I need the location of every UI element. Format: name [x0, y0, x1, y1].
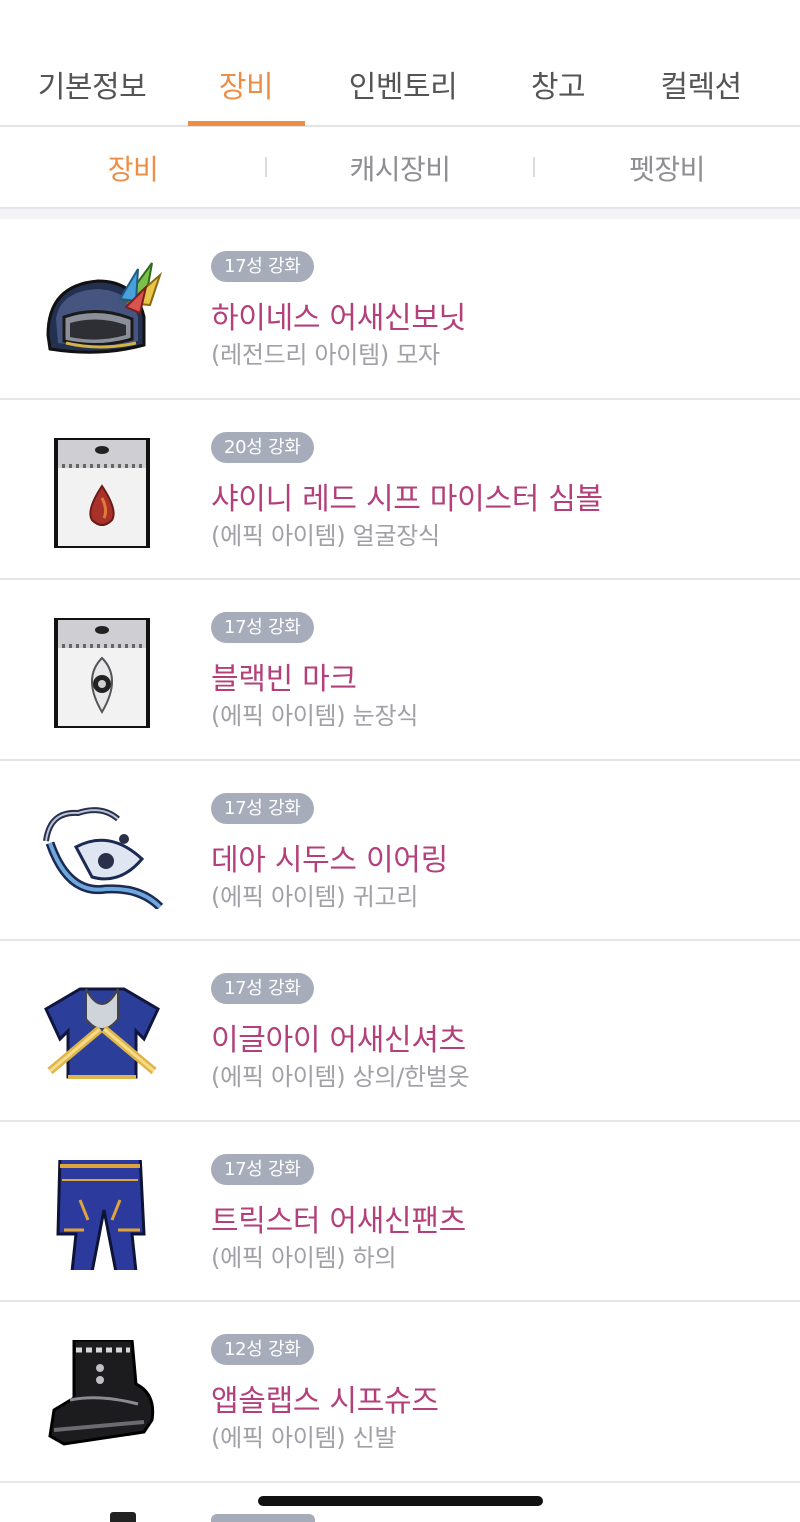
star-force-badge: 17성 강화	[211, 612, 314, 643]
item-name: 트릭스터 어새신팬츠	[211, 1203, 466, 1239]
subtab-divider	[533, 157, 535, 177]
equipment-item[interactable]: 17성 강화 데아 시두스 이어링 (에픽 아이템) 귀고리	[0, 760, 800, 941]
next-item-badge-peek	[211, 1514, 315, 1522]
pants-icon	[40, 1159, 165, 1270]
item-description: (에픽 아이템) 신발	[211, 1424, 397, 1452]
eye-mark-icon	[40, 618, 165, 728]
star-force-badge: 17성 강화	[211, 792, 314, 824]
subtab-pet-equipment[interactable]: 펫장비	[629, 148, 705, 188]
active-tab-indicator	[188, 121, 305, 126]
star-force-badge: 20성 강화	[211, 431, 314, 463]
subtab-divider	[265, 157, 267, 177]
star-force-badge: 17성 강화	[211, 1153, 314, 1185]
item-name: 하이네스 어새신보닛	[211, 301, 466, 336]
item-name: 데아 시두스 이어링	[211, 842, 448, 878]
equipment-list: 17성 강화 하이네스 어새신보닛 (레전드리 아이템) 모자 20성 강화 샤…	[0, 219, 800, 1483]
tab-storage[interactable]: 창고	[531, 62, 586, 106]
item-description: (에픽 아이템) 눈장식	[211, 702, 419, 730]
equipment-item[interactable]: 17성 강화 하이네스 어새신보닛 (레전드리 아이템) 모자	[0, 219, 800, 400]
item-description: (에픽 아이템) 얼굴장식	[211, 521, 440, 550]
item-name: 샤이니 레드 시프 마이스터 심볼	[211, 481, 603, 517]
tab-basic-info[interactable]: 기본정보	[38, 62, 147, 106]
item-description: (레전드리 아이템) 모자	[211, 341, 440, 369]
item-name: 블랙빈 마크	[211, 662, 357, 697]
subtab-equipment[interactable]: 장비	[108, 148, 159, 188]
star-force-badge: 17성 강화	[211, 251, 314, 282]
star-force-badge: 17성 강화	[211, 973, 314, 1004]
item-description: (에픽 아이템) 상의/한벌옷	[211, 1063, 470, 1091]
star-force-badge: 12성 강화	[211, 1334, 314, 1365]
tab-equipment[interactable]: 장비	[219, 62, 274, 106]
home-indicator[interactable]	[258, 1496, 543, 1506]
equipment-item[interactable]: 20성 강화 샤이니 레드 시프 마이스터 심볼 (에픽 아이템) 얼굴장식	[0, 399, 800, 580]
item-description: (에픽 아이템) 귀고리	[211, 882, 419, 911]
equipment-item[interactable]: 17성 강화 트릭스터 어새신팬츠 (에픽 아이템) 하의	[0, 1121, 800, 1302]
shoes-icon	[40, 1340, 165, 1450]
item-description: (에픽 아이템) 하의	[211, 1243, 397, 1272]
earring-icon	[40, 799, 165, 909]
item-name: 이글아이 어새신셔츠	[211, 1023, 466, 1058]
shirt-icon	[40, 979, 165, 1089]
next-item-icon-peek	[110, 1512, 136, 1522]
tab-inventory[interactable]: 인벤토리	[349, 62, 458, 106]
face-symbol-icon	[40, 437, 165, 548]
tab-collection[interactable]: 컬렉션	[660, 62, 742, 106]
section-separator	[0, 209, 800, 219]
sub-tab-bar: 장비 캐시장비 펫장비	[0, 127, 800, 209]
equipment-item[interactable]: 17성 강화 블랙빈 마크 (에픽 아이템) 눈장식	[0, 580, 800, 761]
top-tab-bar: 기본정보 장비 인벤토리 창고 컬렉션	[0, 0, 800, 127]
equipment-item[interactable]: 12성 강화 앱솔랩스 시프슈즈 (에픽 아이템) 신발	[0, 1302, 800, 1483]
helmet-icon	[40, 257, 165, 367]
equipment-item[interactable]: 17성 강화 이글아이 어새신셔츠 (에픽 아이템) 상의/한벌옷	[0, 941, 800, 1122]
item-name: 앱솔랩스 시프슈즈	[211, 1384, 439, 1419]
subtab-cash-equipment[interactable]: 캐시장비	[349, 148, 451, 188]
